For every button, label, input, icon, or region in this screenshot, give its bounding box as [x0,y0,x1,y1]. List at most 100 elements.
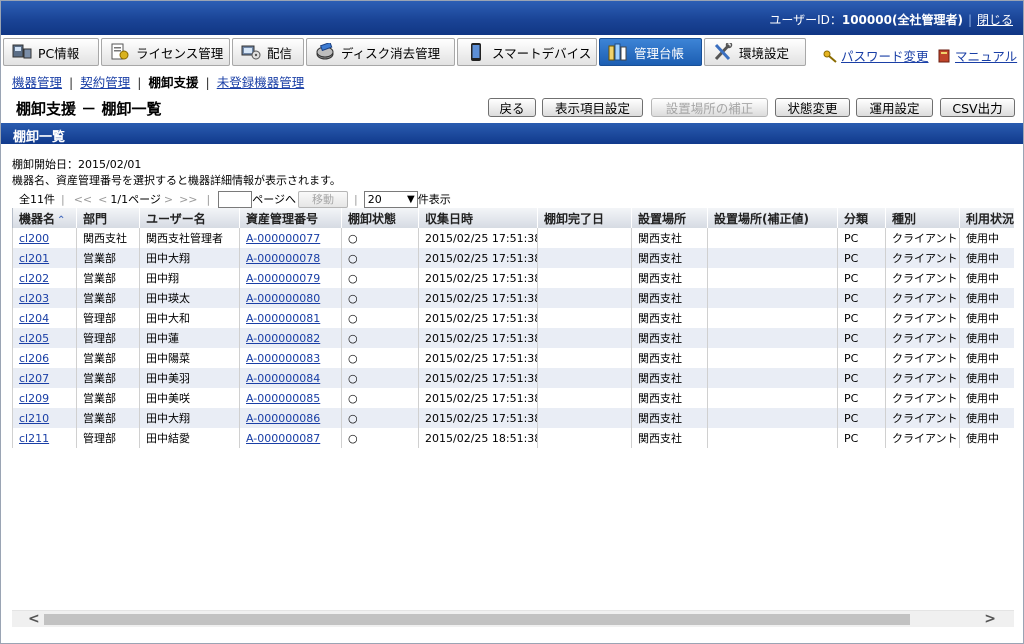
column-header-type[interactable]: 種別 [885,208,960,228]
tab-pc-info[interactable]: PC情報 [3,38,99,66]
per-page-select[interactable]: 20 ▼ [363,190,418,208]
operation-settings-button[interactable]: 運用設定 [856,98,933,117]
device-name-link[interactable]: cl207 [19,372,49,385]
column-header-inventory-status[interactable]: 棚卸状態 [341,208,419,228]
csv-export-button[interactable]: CSV出力 [940,98,1015,117]
asset-number-link[interactable]: A-000000082 [246,332,320,345]
cell-text: 関西支社 [638,432,682,445]
password-change-label: パスワード変更 [841,49,929,64]
device-name-link[interactable]: cl210 [19,412,49,425]
device-name-link[interactable]: cl204 [19,312,49,325]
tab-distribution[interactable]: 配信 [232,38,304,66]
asset-number-link[interactable]: A-000000077 [246,232,320,245]
display-items-button[interactable]: 表示項目設定 [542,98,643,117]
device-name-link[interactable]: cl206 [19,352,49,365]
back-button[interactable]: 戻る [488,98,536,117]
tab-environment-settings[interactable]: 環境設定 [704,38,806,66]
device-name-link[interactable]: cl211 [19,432,49,445]
cell-text: 2015/02/25 17:51:38 [425,351,538,365]
cell-user-name: 田中大和 [139,308,240,328]
asset-number-link[interactable]: A-000000078 [246,252,320,265]
last-page-link[interactable]: >> [179,193,197,206]
cell-text: クライアント [892,332,958,345]
prev-page-link[interactable]: < [98,193,107,206]
column-header-department[interactable]: 部門 [76,208,140,228]
cell-text: 2015/02/25 17:51:38 [425,391,538,405]
sort-ascending-icon[interactable]: ⌃ [57,215,65,226]
password-change-link[interactable]: パスワード変更 [823,46,929,65]
user-id-value: 100000(全社管理者) [841,13,963,27]
device-name-link[interactable]: cl205 [19,332,49,345]
cell-department: 管理部 [76,308,140,328]
subnav-device-management[interactable]: 機器管理 [12,75,62,90]
tab-ledger[interactable]: 管理台帳 [599,38,702,66]
scroll-left-icon[interactable]: < [28,611,40,627]
cell-category: PC [837,268,886,288]
cell-text: 2015/02/25 17:51:38 [425,311,538,325]
section-header: 棚卸一覧 [1,123,1023,145]
manual-link[interactable]: マニュアル [937,46,1017,65]
cell-device-name: cl205 [12,328,77,348]
device-name-link[interactable]: cl202 [19,272,49,285]
asset-number-link[interactable]: A-000000079 [246,272,320,285]
asset-number-link[interactable]: A-000000085 [246,392,320,405]
cell-text: クライアント [892,412,958,425]
cell-text: クライアント [892,392,958,405]
subnav-separator: | [69,75,74,90]
column-header-inventory-done-date[interactable]: 棚卸完了日 [537,208,632,228]
asset-number-link[interactable]: A-000000087 [246,432,320,445]
close-link[interactable]: 閉じる [977,13,1013,27]
settings-tools-icon [713,41,733,61]
first-page-link[interactable]: << [74,193,92,206]
inventory-status-mark: ○ [348,411,358,425]
asset-number-link[interactable]: A-000000081 [246,312,320,325]
cell-usage-status: 使用中 [959,328,1014,348]
horizontal-scrollbar[interactable]: < > [12,610,1014,627]
scrollbar-thumb[interactable] [44,614,910,625]
tab-license[interactable]: ライセンス管理 [101,38,230,66]
scroll-right-icon[interactable]: > [984,611,996,627]
tab-smart-device[interactable]: スマートデバイス [457,38,597,66]
cell-type: クライアント [885,308,960,328]
cell-usage-status: 使用中 [959,288,1014,308]
asset-number-link[interactable]: A-000000083 [246,352,320,365]
subnav-unregistered-devices[interactable]: 未登録機器管理 [217,75,305,90]
cell-type: クライアント [885,408,960,428]
status-change-button[interactable]: 状態変更 [775,98,850,117]
column-header-category[interactable]: 分類 [837,208,886,228]
column-header-usage-status[interactable]: 利用状況 [959,208,1014,228]
page-number-input[interactable] [218,190,253,208]
cell-usage-status: 使用中 [959,408,1014,428]
cell-department: 営業部 [76,408,140,428]
column-header-collected-at[interactable]: 収集日時 [418,208,538,228]
cell-text: 営業部 [83,372,116,385]
device-name-link[interactable]: cl200 [19,232,49,245]
tab-disk-erase[interactable]: ディスク消去管理 [306,38,455,66]
cell-collected-at: 2015/02/25 17:51:38 [418,328,538,348]
cell-category: PC [837,408,886,428]
device-name-link[interactable]: cl203 [19,292,49,305]
tab-label: 環境設定 [739,45,790,61]
column-header-device-name[interactable]: 機器名 ⌃ [12,208,77,228]
move-button[interactable]: 移動 [298,190,349,208]
cell-text: PC [844,371,859,385]
subnav-contract-management[interactable]: 契約管理 [80,75,130,90]
location-fix-button[interactable]: 設置場所の補正 [651,98,768,117]
column-header-location-corrected[interactable]: 設置場所(補正値) [707,208,838,228]
column-header-location[interactable]: 設置場所 [631,208,708,228]
device-name-link[interactable]: cl201 [19,252,49,265]
total-count: 全11件 [19,193,55,206]
table-row: cl200 関西支社 関西支社管理者 A-000000077 ○ 2015/02/25 1… [12,228,1014,248]
asset-number-link[interactable]: A-000000084 [246,372,320,385]
column-header-asset-number[interactable]: 資産管理番号 [239,208,342,228]
asset-number-link[interactable]: A-000000086 [246,412,320,425]
cell-text: 2015/02/25 17:51:38 [425,251,538,265]
column-header-user-name[interactable]: ユーザー名 [139,208,240,228]
inventory-table-container: 機器名 ⌃ 部門 ユーザー名 資産管理番号 棚卸状態 収集日時 棚卸完了日 設置場所 設置場所(補… [12,208,1014,610]
device-name-link[interactable]: cl209 [19,392,49,405]
next-page-link[interactable]: > [164,193,173,206]
cell-collected-at: 2015/02/25 17:51:38 [418,268,538,288]
cell-user-name: 田中結愛 [139,428,240,448]
cell-text: 田中美咲 [146,392,190,405]
asset-number-link[interactable]: A-000000080 [246,292,320,305]
